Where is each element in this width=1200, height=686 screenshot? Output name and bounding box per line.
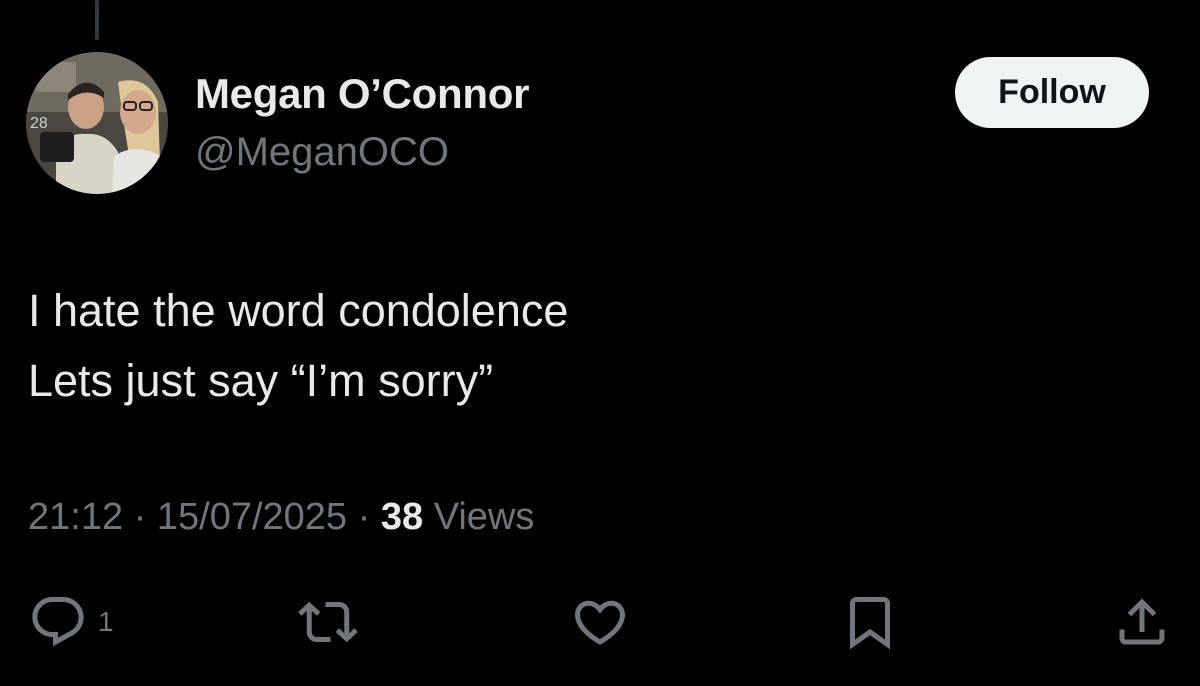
meta-separator: · [133, 496, 147, 538]
reply-button[interactable]: 1 [28, 590, 114, 654]
action-bar: 1 [0, 590, 1200, 654]
views-label: Views [433, 496, 535, 538]
tweet-meta: 21:12 · 15/07/2025 · 38 Views [28, 496, 534, 539]
tweet-line: Lets just say “I’m sorry” [28, 355, 494, 406]
bookmark-icon [850, 597, 890, 650]
repost-button[interactable] [298, 590, 358, 654]
tweet-line: I hate the word condolence [28, 285, 569, 336]
meta-separator: · [357, 496, 371, 538]
heart-icon [574, 600, 626, 645]
thread-connector-line [95, 0, 99, 40]
tweet-text: I hate the word condolence Lets just say… [28, 276, 568, 416]
tweet-date[interactable]: 15/07/2025 [157, 496, 347, 538]
avatar-badge-text: 28 [30, 115, 48, 132]
display-name[interactable]: Megan O’Connor [195, 70, 529, 118]
follow-button[interactable]: Follow [955, 57, 1149, 128]
bookmark-button[interactable] [840, 590, 900, 654]
share-button[interactable] [1112, 590, 1172, 654]
views-count: 38 [380, 496, 424, 538]
user-handle[interactable]: @MeganOCO [195, 130, 449, 175]
reply-count: 1 [98, 606, 114, 637]
repost-icon [298, 601, 358, 643]
avatar[interactable]: 28 [26, 52, 168, 194]
like-button[interactable] [570, 590, 630, 654]
avatar-photo: 28 [26, 52, 168, 194]
share-icon [1119, 598, 1165, 645]
tweet-time[interactable]: 21:12 [28, 496, 123, 538]
reply-icon [32, 597, 84, 647]
